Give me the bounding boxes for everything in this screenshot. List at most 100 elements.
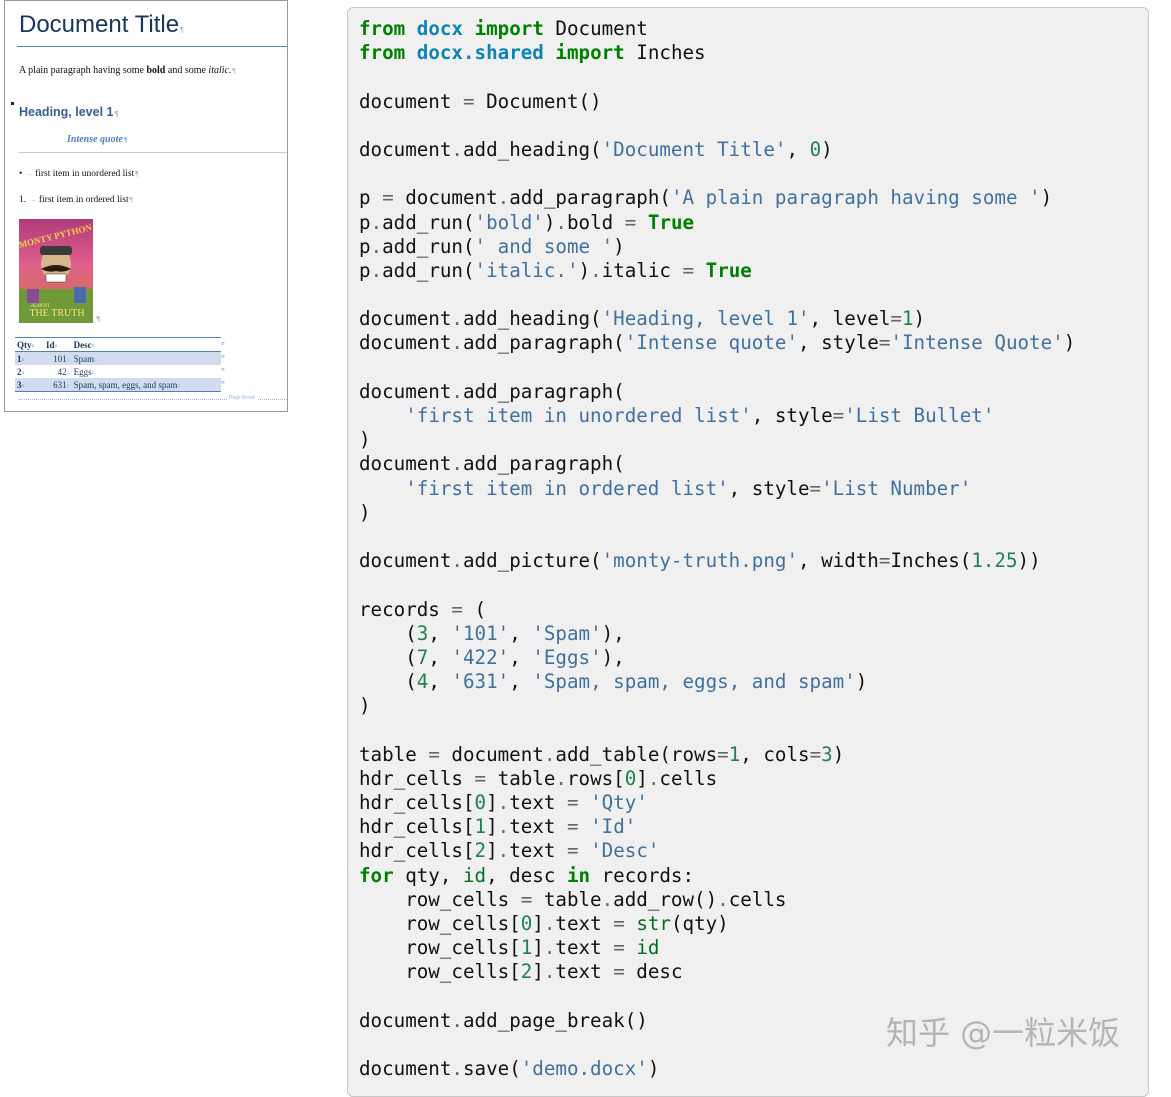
code-token: ] (532, 960, 544, 984)
poster-illustration: MONTY PYTHON ALMOST THE TRUTH (19, 219, 93, 323)
doc-ordered-list-item: 1. → first item in ordered list¶ (19, 195, 133, 205)
code-token: ] (486, 791, 498, 814)
python-code-block: from docx import Document from docx.share… (359, 17, 1075, 1081)
code-line: row_cells = table.add_row().cells (359, 888, 1075, 912)
code-token: ) (832, 742, 845, 766)
code-token: bold (566, 210, 625, 234)
code-token: in (566, 863, 591, 887)
code-token: str (636, 911, 671, 935)
code-token: ( (359, 645, 417, 669)
code-line: ) (359, 428, 1075, 452)
code-token: 'demo.docx' (520, 1057, 648, 1081)
code-token: 'monty-truth.png' (601, 549, 798, 573)
code-token: table (359, 742, 429, 766)
code-token: 'Spam, spam, eggs, and spam' (532, 670, 856, 694)
code-token: from (359, 41, 406, 65)
code-token: from (359, 17, 406, 40)
code-token: , (428, 621, 452, 645)
code-token: True (647, 210, 695, 234)
code-token: , (428, 645, 452, 669)
table-row: 3¤ 631¤ Spam, spam, eggs, and spam¤ (15, 378, 221, 392)
code-token: . (370, 210, 383, 234)
code-token: id (462, 863, 487, 887)
code-token: )) (1017, 549, 1041, 573)
quote-underline (19, 152, 287, 153)
heading-bullet-marker (11, 102, 14, 105)
code-token: , style (728, 476, 810, 500)
code-token: 'List Number' (821, 476, 972, 500)
table-cell: Eggs¤ (73, 366, 95, 377)
code-line: row_cells[2].text = desc (359, 960, 1075, 984)
code-token: Document() (474, 89, 602, 113)
code-token: 3 (821, 742, 833, 766)
code-token: 'italic.' (474, 258, 579, 282)
table-header-cell: Desc¤ (71, 337, 221, 352)
code-token: , cols (740, 742, 810, 766)
code-token: = (832, 404, 845, 427)
doc-heading-level-1: Heading, level 1¶ (19, 105, 119, 119)
code-token: , (509, 670, 533, 694)
code-line: document = Document() (359, 90, 1075, 114)
code-token: add_page_break() (462, 1008, 648, 1032)
code-token: qty, (393, 863, 463, 887)
code-token: records: (590, 863, 695, 887)
code-token: document (439, 742, 544, 766)
code-token: ) (359, 500, 371, 524)
code-token: = (878, 331, 891, 355)
code-token: import (474, 17, 544, 40)
code-token: 'Document Title' (601, 137, 787, 161)
table-cell: 3¤ (15, 378, 44, 392)
code-line: from docx import Document (359, 17, 1075, 41)
code-token: ] (532, 936, 544, 960)
code-line: hdr_cells = table.rows[0].cells (359, 767, 1075, 791)
code-token: table (532, 887, 602, 911)
code-token: = (520, 887, 533, 911)
code-token: p (359, 186, 383, 210)
code-token: add_paragraph( (509, 186, 671, 210)
code-token: . (543, 742, 556, 766)
code-token: . (451, 549, 463, 573)
code-token: . (717, 887, 729, 911)
code-token: = (451, 597, 463, 621)
code-token: 1 (728, 742, 741, 766)
code-token: hdr_cells (359, 766, 475, 790)
code-token: . (543, 911, 556, 935)
code-token: ) (855, 670, 868, 694)
code-line: document.save('demo.docx') (359, 1057, 1075, 1081)
table-cell: Spam, spam, eggs, and spam¤ (71, 378, 221, 392)
code-token: = (613, 936, 625, 960)
code-token: = (624, 210, 637, 234)
code-token: 1 (520, 936, 533, 960)
code-token: 'Intense Quote' (890, 331, 1064, 355)
code-line: (4, '631', 'Spam, spam, eggs, and spam') (359, 670, 1075, 694)
code-token: = (566, 815, 579, 839)
code-line: (3, '101', 'Spam'), (359, 622, 1075, 646)
code-token: '101' (451, 621, 510, 645)
code-token: ) (578, 258, 591, 282)
code-token: 1 (901, 307, 914, 331)
code-line: row_cells[0].text = str(qty) (359, 912, 1075, 936)
monty-python-poster-image: MONTY PYTHON ALMOST THE TRUTH (19, 219, 93, 323)
code-token: row_cells (359, 887, 521, 911)
code-token: ] (486, 815, 498, 839)
code-token: ) (821, 137, 833, 161)
code-token: add_paragraph( (462, 331, 625, 355)
code-token: text (555, 936, 614, 960)
code-token: hdr_cells[ (359, 839, 475, 863)
code-token: add_heading( (462, 137, 602, 161)
row-end-mark: ¤ (221, 366, 225, 373)
code-line: for qty, id, desc in records: (359, 864, 1075, 888)
code-token: add_picture( (462, 549, 602, 573)
code-token: (qty) (670, 911, 729, 935)
code-token: ) (543, 210, 556, 234)
code-token: Document (543, 17, 648, 40)
code-line: p.add_run('italic.').italic = True (359, 259, 1075, 283)
